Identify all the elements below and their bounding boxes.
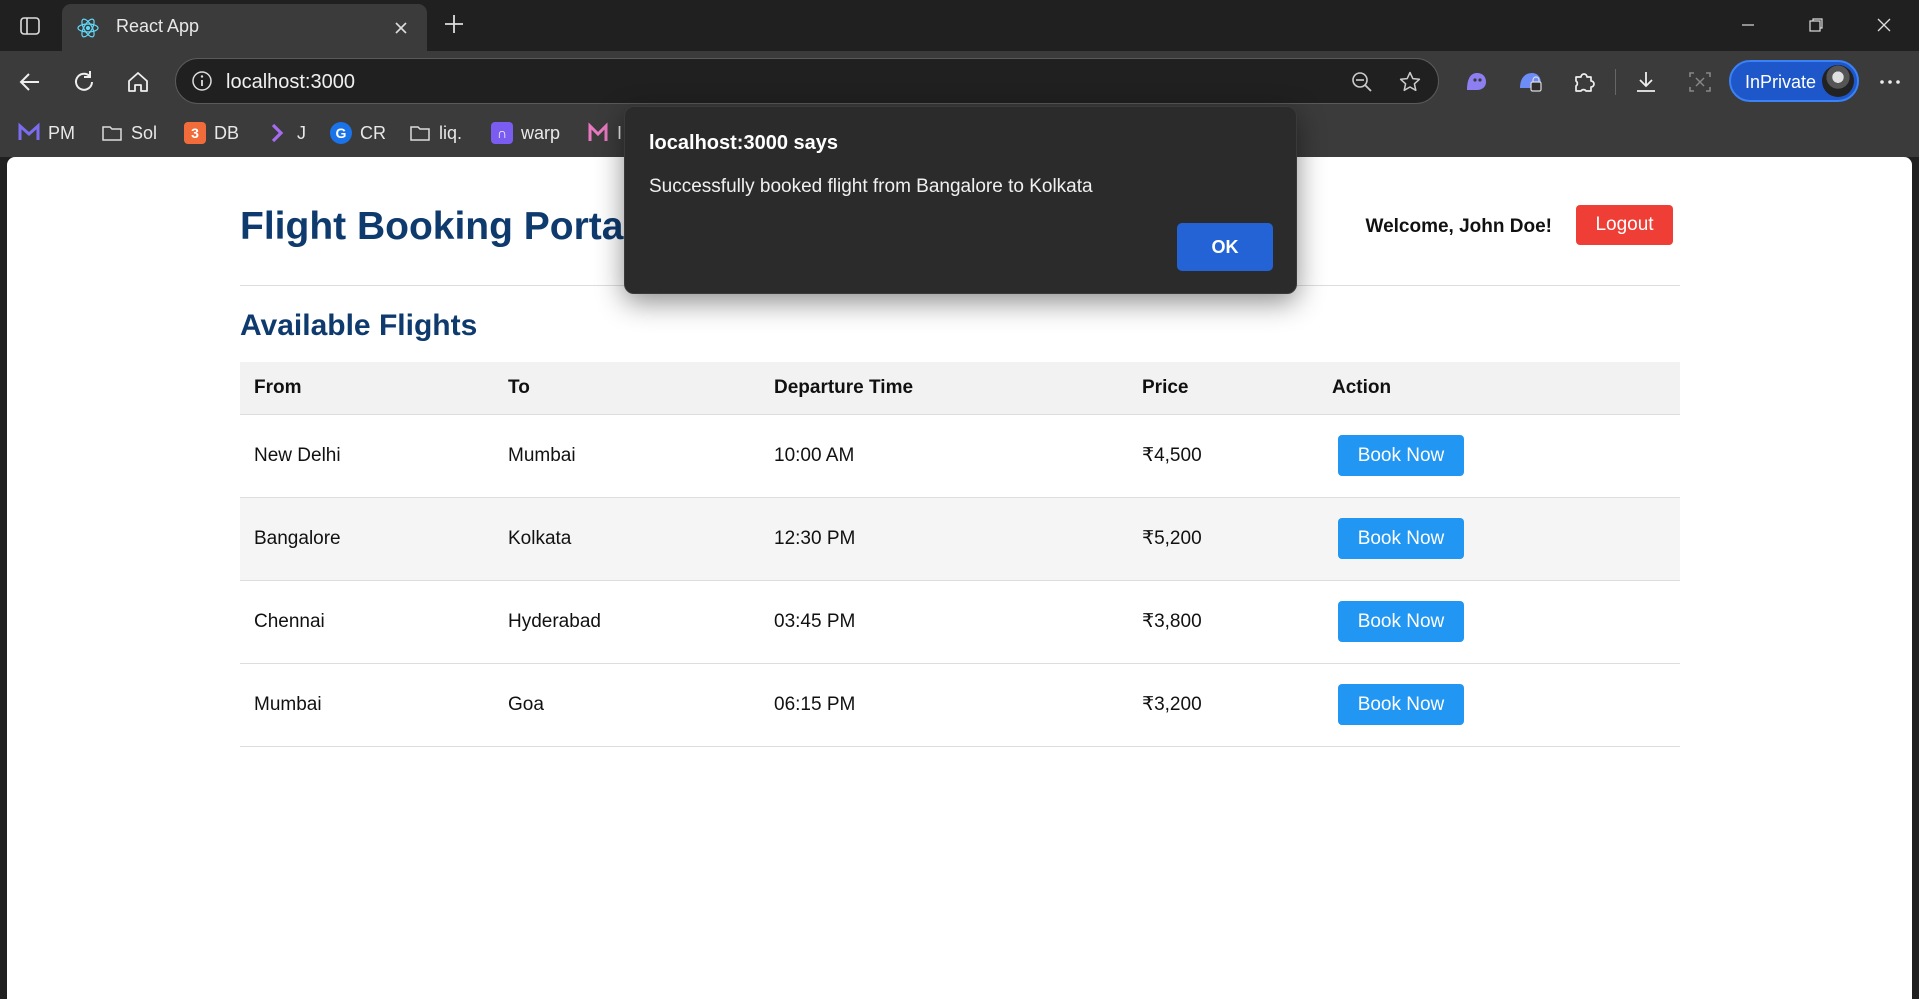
section-title: Available Flights: [240, 309, 478, 342]
logout-button[interactable]: Logout: [1576, 205, 1673, 245]
cell-action: Book Now: [1318, 580, 1680, 664]
favorite-item[interactable]: 3 DB: [184, 118, 239, 148]
tab-strip: React App: [0, 0, 1919, 51]
page-title: Flight Booking Portal: [240, 205, 635, 248]
cell-to: Mumbai: [494, 414, 760, 498]
favorite-item[interactable]: ∩ warp: [491, 118, 560, 148]
dialog-message: Successfully booked flight from Bangalor…: [649, 176, 1093, 197]
folder-icon: [101, 122, 123, 144]
inprivate-label: InPrivate: [1745, 72, 1817, 92]
flights-table: From To Departure Time Price Action New …: [240, 362, 1680, 747]
book-now-button[interactable]: Book Now: [1338, 601, 1464, 642]
refresh-icon[interactable]: [66, 64, 102, 100]
tab-actions-icon[interactable]: [14, 10, 46, 42]
toolbar-divider: [1615, 69, 1616, 95]
cell-to: Hyderabad: [494, 580, 760, 664]
tab-title: React App: [116, 16, 200, 36]
favorite-item[interactable]: I: [587, 118, 622, 148]
mail-m-icon: [18, 122, 40, 144]
favorite-item[interactable]: PM: [18, 118, 75, 148]
column-header-departure: Departure Time: [760, 362, 1128, 415]
home-icon[interactable]: [120, 64, 156, 100]
welcome-text: Welcome, John Doe!: [1365, 216, 1552, 237]
favorite-label: DB: [214, 122, 240, 143]
cell-to: Goa: [494, 663, 760, 747]
db-app-icon: 3: [184, 122, 206, 144]
screenshot-icon[interactable]: [1682, 64, 1718, 100]
column-header-to: To: [494, 362, 760, 415]
column-header-price: Price: [1128, 362, 1318, 415]
cell-departure: 12:30 PM: [760, 497, 1128, 581]
url-text[interactable]: localhost:3000: [226, 71, 355, 94]
column-header-from: From: [240, 362, 494, 415]
cell-departure: 06:15 PM: [760, 663, 1128, 747]
favorite-item[interactable]: G CR: [330, 118, 386, 148]
address-bar[interactable]: localhost:3000: [175, 58, 1439, 104]
table-header-row: From To Departure Time Price Action: [240, 362, 1680, 415]
cell-from: New Delhi: [240, 414, 494, 498]
folder-icon: [409, 122, 431, 144]
cell-from: Bangalore: [240, 497, 494, 581]
cell-price: ₹3,800: [1128, 580, 1318, 664]
browser-toolbar: localhost:3000 InPrivate: [0, 51, 1919, 110]
jira-icon: [267, 122, 289, 144]
book-now-button[interactable]: Book Now: [1338, 435, 1464, 476]
zoom-out-icon[interactable]: [1349, 69, 1375, 95]
site-info-icon[interactable]: [190, 69, 214, 93]
new-tab-icon[interactable]: [438, 8, 470, 40]
cell-from: Chennai: [240, 580, 494, 664]
restore-icon[interactable]: [1796, 8, 1836, 42]
favorite-item[interactable]: Sol: [101, 118, 157, 148]
dialog-title: localhost:3000 says: [649, 132, 838, 154]
table-row: Bangalore Kolkata 12:30 PM ₹5,200 Book N…: [240, 497, 1680, 581]
back-arrow-icon[interactable]: [12, 64, 48, 100]
favorite-label: Sol: [131, 122, 158, 143]
profile-avatar: [1822, 65, 1854, 97]
favorite-star-icon[interactable]: [1397, 69, 1423, 95]
favorite-item[interactable]: liq.: [409, 118, 462, 148]
cell-departure: 03:45 PM: [760, 580, 1128, 664]
cell-action: Book Now: [1318, 497, 1680, 581]
ghost-extension-icon[interactable]: [1458, 64, 1494, 100]
cell-to: Kolkata: [494, 497, 760, 581]
cell-price: ₹4,500: [1128, 414, 1318, 498]
cell-departure: 10:00 AM: [760, 414, 1128, 498]
react-logo-icon: [76, 16, 100, 40]
favorite-label: PM: [48, 122, 75, 143]
inprivate-profile-button[interactable]: InPrivate: [1729, 60, 1859, 102]
minimize-icon[interactable]: [1728, 8, 1768, 42]
cell-action: Book Now: [1318, 663, 1680, 747]
extensions-puzzle-icon[interactable]: [1566, 64, 1602, 100]
cr-app-icon: G: [330, 122, 352, 144]
favorite-label: J: [297, 122, 306, 143]
column-header-action: Action: [1318, 362, 1680, 415]
tab-react-app[interactable]: React App: [62, 4, 427, 51]
cell-action: Book Now: [1318, 414, 1680, 498]
tab-close-icon[interactable]: [388, 15, 414, 41]
cell-price: ₹3,200: [1128, 663, 1318, 747]
m-app-icon: [587, 122, 609, 144]
warp-app-icon: ∩: [491, 122, 513, 144]
table-row: Mumbai Goa 06:15 PM ₹3,200 Book Now: [240, 663, 1680, 747]
favorite-item[interactable]: J: [267, 118, 306, 148]
book-now-button[interactable]: Book Now: [1338, 684, 1464, 725]
lock-extension-icon[interactable]: [1512, 64, 1548, 100]
favorite-label: liq.: [439, 122, 463, 143]
table-row: Chennai Hyderabad 03:45 PM ₹3,800 Book N…: [240, 580, 1680, 664]
close-window-icon[interactable]: [1864, 8, 1904, 42]
favorite-label: CR: [360, 122, 386, 143]
favorite-label: warp: [521, 122, 561, 143]
table-row: New Delhi Mumbai 10:00 AM ₹4,500 Book No…: [240, 414, 1680, 498]
book-now-button[interactable]: Book Now: [1338, 518, 1464, 559]
alert-dialog: localhost:3000 says Successfully booked …: [624, 106, 1297, 294]
dialog-ok-button[interactable]: OK: [1177, 223, 1273, 271]
downloads-icon[interactable]: [1628, 64, 1664, 100]
more-menu-icon[interactable]: [1872, 64, 1908, 100]
cell-from: Mumbai: [240, 663, 494, 747]
cell-price: ₹5,200: [1128, 497, 1318, 581]
favorite-label: I: [617, 122, 623, 143]
